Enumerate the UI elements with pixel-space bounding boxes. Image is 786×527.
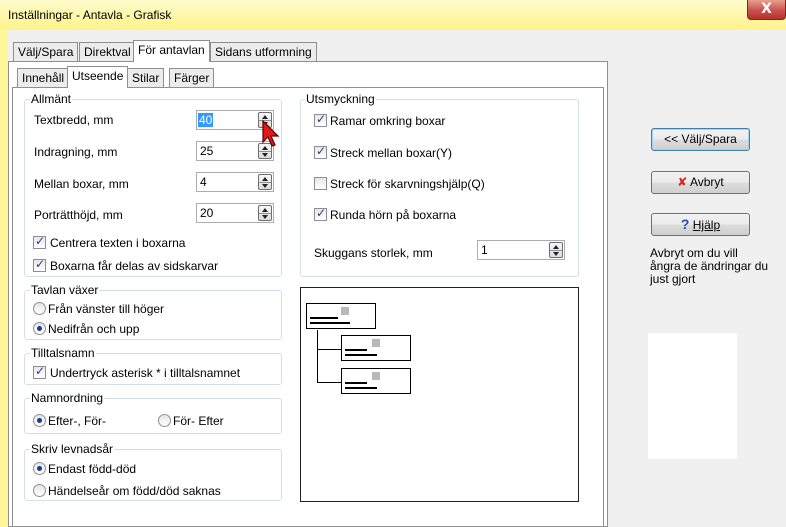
centrera-label: Centrera texten i boxarna bbox=[50, 236, 186, 250]
preview-connector bbox=[317, 349, 341, 350]
question-mark-icon: ? bbox=[680, 216, 690, 232]
handelsear-label: Händelseår om född/död saknas bbox=[48, 484, 221, 498]
hjalp-label: Hjälp bbox=[692, 218, 721, 232]
centrera-checkbox[interactable] bbox=[33, 234, 46, 249]
tab-label: Utseende bbox=[72, 69, 124, 83]
spin-buttons[interactable] bbox=[258, 174, 272, 190]
skugga-value: 1 bbox=[481, 243, 488, 257]
spin-buttons[interactable] bbox=[258, 205, 272, 221]
streck-mellan-label: Streck mellan boxar(Y) bbox=[330, 146, 453, 160]
valj-spara-label: << Välj/Spara bbox=[664, 132, 737, 146]
mellan-boxar-label: Mellan boxar, mm bbox=[34, 177, 129, 191]
endast-fodd-dod-label: Endast född-död bbox=[48, 462, 137, 476]
indragning-label: Indragning, mm bbox=[34, 145, 118, 159]
skugga-spinner[interactable]: 1 bbox=[477, 240, 565, 260]
tab-innehall[interactable]: Innehåll bbox=[17, 68, 70, 88]
tab-label: Färger bbox=[174, 71, 210, 85]
delas-checkbox[interactable] bbox=[33, 257, 46, 272]
tab-direktval[interactable]: Direktval bbox=[79, 42, 136, 62]
close-button[interactable]: X bbox=[747, 0, 786, 20]
vanster-hoger-label: Från vänster till höger bbox=[48, 302, 165, 316]
arrow-cursor-icon bbox=[262, 119, 280, 147]
ramar-label: Ramar omkring boxar bbox=[330, 114, 446, 128]
preview-connector bbox=[317, 330, 318, 382]
title-bar: Inställningar - Antavla - Grafisk X bbox=[0, 0, 786, 30]
tab-label: Direktval bbox=[84, 45, 131, 59]
avbryt-label: Avbryt bbox=[689, 175, 724, 189]
tab-utseende[interactable]: Utseende bbox=[67, 66, 129, 88]
group-tavlan-label: Tavlan växer bbox=[30, 283, 100, 297]
spin-up-icon bbox=[553, 245, 559, 249]
preview-box-child bbox=[341, 368, 411, 394]
portratthojd-spinner[interactable]: 20 bbox=[196, 203, 274, 223]
tab-stilar[interactable]: Stilar bbox=[127, 68, 165, 88]
radio-for-efter[interactable] bbox=[158, 414, 171, 427]
tab-valj-spara[interactable]: Välj/Spara bbox=[13, 42, 79, 62]
spin-up-icon bbox=[262, 208, 268, 212]
radio-vanster-hoger[interactable] bbox=[33, 302, 46, 315]
undertryck-checkbox[interactable] bbox=[33, 364, 46, 379]
red-x-icon: ✘ bbox=[677, 175, 688, 189]
preview-box-child bbox=[341, 335, 411, 361]
group-utsmyckning-label: Utsmyckning bbox=[305, 92, 376, 106]
help-text: Avbryt om du vill ångra de ändringar du … bbox=[650, 246, 769, 286]
tab-farger[interactable]: Färger bbox=[169, 68, 215, 88]
group-levnadsar-label: Skriv levnadsår bbox=[30, 442, 115, 456]
preview-connector bbox=[317, 382, 341, 383]
image-placeholder bbox=[648, 333, 737, 459]
tab-for-antavlan[interactable]: För antavlan bbox=[133, 40, 210, 62]
window-title: Inställningar - Antavla - Grafisk bbox=[8, 8, 172, 22]
hjalp-button[interactable]: ? Hjälp bbox=[651, 213, 750, 236]
skugga-label: Skuggans storlek, mm bbox=[314, 246, 433, 260]
spin-buttons[interactable] bbox=[549, 242, 563, 258]
valj-spara-button[interactable]: << Välj/Spara bbox=[651, 128, 750, 151]
streck-skarvning-label: Streck för skarvningshjälp(Q) bbox=[330, 177, 485, 191]
delas-label: Boxarna får delas av sidskarvar bbox=[50, 259, 219, 273]
runda-horn-label: Runda hörn på boxarna bbox=[330, 208, 457, 222]
group-namnordning-label: Namnordning bbox=[30, 391, 105, 405]
tab-label: För antavlan bbox=[138, 43, 205, 57]
streck-skarvning-checkbox[interactable] bbox=[314, 177, 327, 190]
radio-handelsear[interactable] bbox=[33, 484, 46, 497]
efter-for-label: Efter-, För- bbox=[48, 414, 107, 428]
textbredd-label: Textbredd, mm bbox=[34, 113, 114, 127]
runda-horn-checkbox[interactable] bbox=[314, 206, 327, 221]
nedifran-upp-label: Nedifrån och upp bbox=[48, 322, 140, 336]
spin-up-icon bbox=[262, 177, 268, 181]
radio-nedifran-upp[interactable] bbox=[33, 322, 46, 335]
spin-down-icon bbox=[262, 184, 268, 188]
spin-down-icon bbox=[262, 215, 268, 219]
tab-sidans-utformning[interactable]: Sidans utformning bbox=[210, 42, 317, 62]
for-efter-label: För- Efter bbox=[173, 414, 224, 428]
textbredd-value: 40 bbox=[198, 113, 214, 127]
tab-label: Välj/Spara bbox=[18, 45, 74, 59]
spin-down-icon bbox=[553, 252, 559, 256]
radio-efter-for[interactable] bbox=[33, 414, 46, 427]
spin-down-icon bbox=[262, 153, 268, 157]
group-allmant-label: Allmänt bbox=[30, 92, 73, 106]
avbryt-button[interactable]: ✘ Avbryt bbox=[651, 171, 750, 194]
mellan-boxar-spinner[interactable]: 4 bbox=[196, 172, 274, 192]
mellan-boxar-value: 4 bbox=[200, 175, 207, 189]
tab-label: Sidans utformning bbox=[215, 45, 312, 59]
portratthojd-value: 20 bbox=[200, 206, 214, 220]
streck-mellan-checkbox[interactable] bbox=[314, 144, 327, 159]
close-icon: X bbox=[761, 1, 772, 17]
radio-endast-fodd-dod[interactable] bbox=[33, 462, 46, 475]
indragning-value: 25 bbox=[200, 144, 214, 158]
ramar-checkbox[interactable] bbox=[314, 112, 327, 127]
layout-preview bbox=[300, 287, 579, 502]
preview-box-root bbox=[306, 303, 376, 329]
tab-label: Innehåll bbox=[22, 71, 65, 85]
portratthojd-label: Porträtthöjd, mm bbox=[34, 208, 123, 222]
tab-label: Stilar bbox=[132, 71, 160, 85]
group-tilltalsnamn-label: Tilltalsnamn bbox=[30, 346, 96, 360]
undertryck-label: Undertryck asterisk * i tilltalsnamnet bbox=[50, 366, 241, 380]
